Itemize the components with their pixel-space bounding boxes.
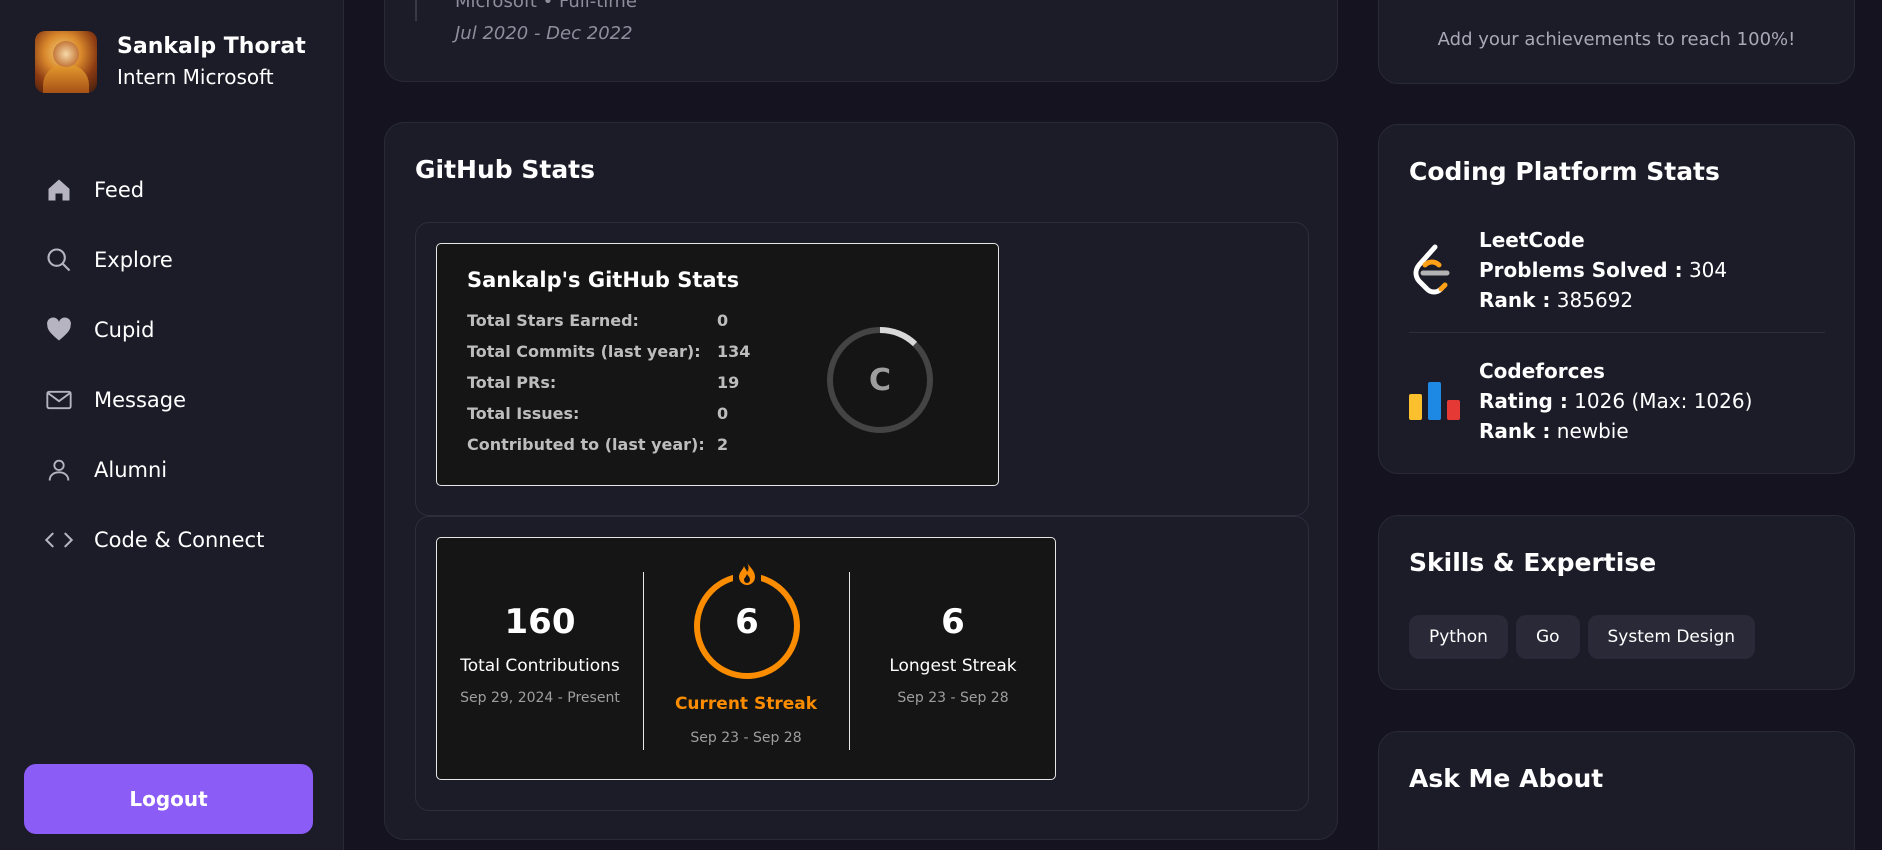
skill-chip[interactable]: Go [1515,615,1580,659]
profile-name: Sankalp Thorat [117,34,306,59]
leetcode-rank-value: 385692 [1550,288,1634,312]
sidebar-item-alumni[interactable]: Alumni [44,435,264,505]
streak-stats-box: 160 Total Contributions Sep 29, 2024 - P… [415,516,1309,811]
mail-icon [44,385,74,415]
leetcode-problems-value: 304 [1682,258,1728,282]
code-icon [44,525,74,555]
codeforces-details: Codeforces Rating : 1026 (Max: 1026) Ran… [1479,356,1752,446]
stat-value: 134 [717,342,751,361]
stat-label: Total Commits (last year): [467,342,701,361]
total-contributions-value: 160 [504,602,576,642]
sidebar-nav: Feed Explore Cupid Message Alumni Code &… [44,155,264,575]
sidebar-item-explore[interactable]: Explore [44,225,264,295]
leetcode-problems-label: Problems Solved : [1479,258,1683,282]
skills-title: Skills & Expertise [1409,548,1657,577]
total-contributions: 160 Total Contributions Sep 29, 2024 - P… [437,602,643,706]
codeforces-rank-value: newbie [1550,419,1629,443]
leetcode-icon [1409,243,1457,303]
leetcode-name: LeetCode [1479,228,1585,252]
profile-header[interactable]: Sankalp Thorat Intern Microsoft [35,31,306,93]
home-icon [44,175,74,205]
achievements-card: Add your achievements to reach 100%! [1378,0,1855,84]
ask-me-about-title: Ask Me About [1409,764,1604,793]
skills-card: Skills & Expertise Python Go System Design [1378,515,1855,690]
current-streak-dates: Sep 23 - Sep 28 [690,730,802,746]
sidebar-item-label: Alumni [94,458,168,482]
divider [643,572,644,750]
sidebar-item-label: Explore [94,248,173,272]
grade-letter: C [868,362,892,398]
github-stats-image[interactable]: Sankalp's GitHub Stats Total Stars Earne… [436,243,999,486]
stat-value: 19 [717,373,740,392]
leetcode-rank: Rank : 385692 [1479,285,1727,315]
longest-streak-dates: Sep 23 - Sep 28 [897,690,1009,706]
sidebar-item-label: Message [94,388,187,412]
user-icon [44,455,74,485]
sidebar-item-message[interactable]: Message [44,365,264,435]
skill-chip[interactable]: System Design [1587,615,1756,659]
sidebar-item-label: Cupid [94,318,155,342]
github-section-title: GitHub Stats [415,155,596,184]
longest-streak: 6 Longest Streak Sep 23 - Sep 28 [849,602,1057,706]
stat-value: 2 [717,435,729,454]
stat-label: Contributed to (last year): [467,435,705,454]
heart-icon [44,315,74,345]
profile-text: Sankalp Thorat Intern Microsoft [117,32,306,92]
skills-list: Python Go System Design [1409,615,1763,659]
fire-icon [739,562,755,585]
experience-timeline-line [415,0,417,21]
codeforces-rank-label: Rank : [1479,419,1551,443]
github-stats-box: Sankalp's GitHub Stats Total Stars Earne… [415,222,1309,516]
sidebar-item-label: Code & Connect [94,528,265,552]
codeforces-rating-label: Rating : [1479,389,1568,413]
leetcode-entry[interactable]: LeetCode Problems Solved : 304 Rank : 38… [1409,225,1825,333]
codeforces-rank: Rank : newbie [1479,416,1752,446]
total-contributions-label: Total Contributions [460,656,620,676]
codeforces-name: Codeforces [1479,359,1605,383]
codeforces-icon [1409,380,1461,426]
skill-chip[interactable]: Python [1409,615,1508,659]
current-streak-value: 6 [735,602,759,642]
leetcode-problems: Problems Solved : 304 [1479,255,1727,285]
github-card-title: Sankalp's GitHub Stats [467,268,740,292]
experience-card: Microsoft • Full-time Jul 2020 - Dec 202… [384,0,1338,82]
stat-label: Total Stars Earned: [467,311,639,330]
sidebar-item-feed[interactable]: Feed [44,155,264,225]
search-icon [44,245,74,275]
stat-value: 0 [717,311,729,330]
avatar[interactable] [35,31,97,93]
codeforces-rating: Rating : 1026 (Max: 1026) [1479,386,1752,416]
leetcode-details: LeetCode Problems Solved : 304 Rank : 38… [1479,225,1727,315]
leetcode-rank-label: Rank : [1479,288,1551,312]
current-streak-label: Current Streak [674,694,818,714]
codeforces-rating-value: 1026 (Max: 1026) [1567,389,1753,413]
total-contributions-dates: Sep 29, 2024 - Present [460,690,620,706]
achievements-hint: Add your achievements to reach 100%! [1437,29,1796,50]
github-stats-card: GitHub Stats Sankalp's GitHub Stats Tota… [384,122,1338,840]
coding-platform-card: Coding Platform Stats LeetCode Problems … [1378,124,1855,474]
stat-label: Total Issues: [467,404,580,423]
coding-platform-title: Coding Platform Stats [1409,157,1720,186]
logout-button[interactable]: Logout [24,764,313,834]
sidebar-item-label: Feed [94,178,145,202]
longest-streak-label: Longest Streak [889,656,1017,676]
sidebar-item-cupid[interactable]: Cupid [44,295,264,365]
ask-me-about-card: Ask Me About [1378,731,1855,850]
profile-role: Intern Microsoft [117,65,274,89]
streak-stats-image[interactable]: 160 Total Contributions Sep 29, 2024 - P… [436,537,1056,780]
experience-company: Microsoft • Full-time [455,0,637,12]
sidebar: Sankalp Thorat Intern Microsoft Feed Exp… [0,0,344,850]
codeforces-entry[interactable]: Codeforces Rating : 1026 (Max: 1026) Ran… [1409,356,1825,456]
stat-value: 0 [717,404,729,423]
stat-label: Total PRs: [467,373,557,392]
experience-dates: Jul 2020 - Dec 2022 [455,23,633,44]
longest-streak-value: 6 [941,602,965,642]
sidebar-item-code-connect[interactable]: Code & Connect [44,505,264,575]
